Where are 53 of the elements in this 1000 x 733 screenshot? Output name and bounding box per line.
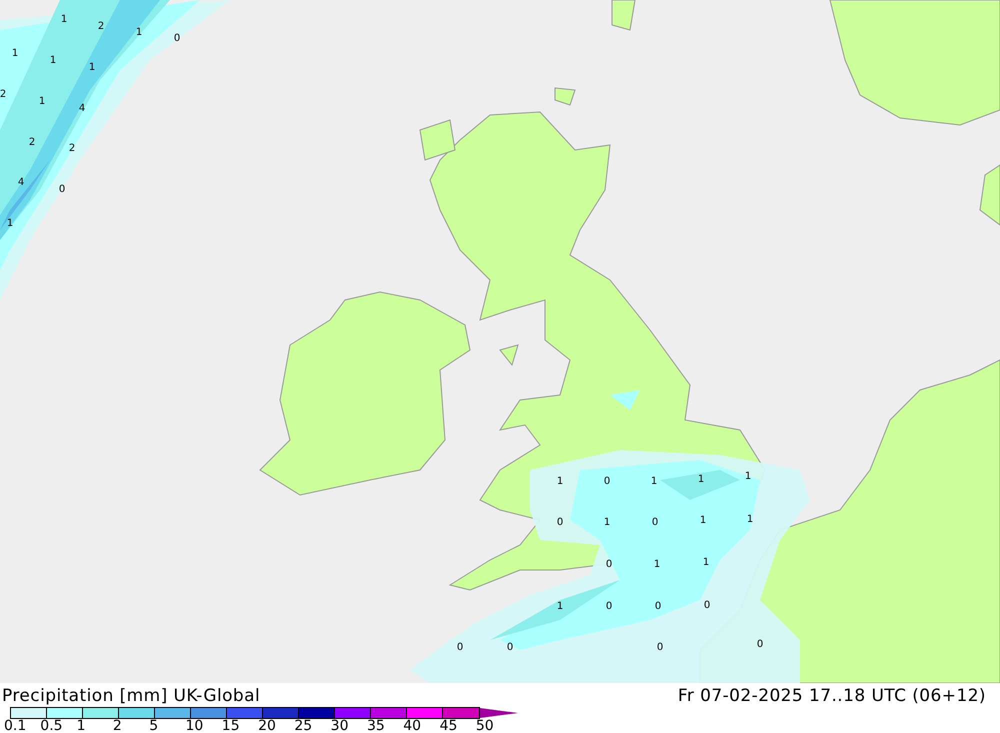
scale-label: 0.5 — [40, 719, 64, 733]
scale-label: 30 — [330, 719, 350, 733]
precipitation-value: 1 — [650, 477, 658, 487]
scale-label: 20 — [258, 719, 277, 733]
scale-label: 40 — [403, 719, 422, 733]
scale-label: 2 — [112, 719, 123, 733]
precipitation-value: 0 — [604, 477, 610, 487]
precipitation-value: 1 — [50, 56, 56, 66]
chart-title: Precipitation [mm] UK-Global — [2, 688, 260, 705]
precipitation-value: 4 — [18, 178, 24, 188]
precipitation-value: 2 — [68, 144, 76, 154]
precipitation-value: 1 — [136, 28, 142, 38]
precipitation-value: 1 — [88, 63, 96, 73]
precipitation-value: 0 — [656, 643, 664, 653]
scale-label: 50 — [476, 719, 495, 733]
precipitation-value: 2 — [98, 22, 104, 32]
precipitation-value: 0 — [652, 518, 658, 528]
scale-label: 15 — [222, 719, 241, 733]
precipitation-value: 1 — [556, 477, 564, 487]
precipitation-value: 0 — [606, 560, 612, 570]
precipitation-value: 2 — [0, 90, 6, 100]
precipitation-value: 1 — [60, 15, 68, 25]
scale-label: 0.1 — [4, 719, 28, 733]
precipitation-value: 0 — [654, 602, 662, 612]
precipitation-value: 0 — [556, 518, 564, 528]
precipitation-value: 1 — [700, 516, 706, 526]
precipitation-value: 1 — [556, 602, 564, 612]
precipitation-value: 1 — [702, 558, 710, 568]
forecast-time: Fr 07-02-2025 17..18 UTC (06+12) — [678, 688, 987, 705]
precipitation-value: 0 — [506, 643, 514, 653]
precipitation-value: 1 — [604, 518, 610, 528]
precipitation-value: 1 — [6, 219, 14, 229]
precipitation-value: 1 — [698, 475, 704, 485]
precipitation-value: 4 — [78, 104, 86, 114]
triangle-icon — [480, 708, 518, 718]
precipitation-value: 1 — [654, 560, 660, 570]
precipitation-value: 2 — [28, 138, 36, 148]
precipitation-value: 0 — [174, 34, 180, 44]
precipitation-value: 1 — [38, 97, 46, 107]
scale-label: 25 — [294, 719, 314, 733]
scale-label: 10 — [185, 719, 204, 733]
precipitation-value: 1 — [12, 49, 18, 59]
precipitation-value: 0 — [456, 643, 464, 653]
precipitation-value: 1 — [744, 472, 752, 482]
precipitation-value: 0 — [704, 601, 710, 611]
precipitation-value: 0 — [58, 185, 66, 195]
scale-label: 45 — [440, 719, 458, 733]
scale-label: 35 — [366, 719, 386, 733]
scale-label: 5 — [149, 719, 160, 733]
precipitation-value: 0 — [756, 640, 764, 650]
precipitation-value: 1 — [746, 515, 754, 525]
scale-label: 1 — [76, 719, 87, 733]
precipitation-value: 0 — [606, 602, 612, 612]
